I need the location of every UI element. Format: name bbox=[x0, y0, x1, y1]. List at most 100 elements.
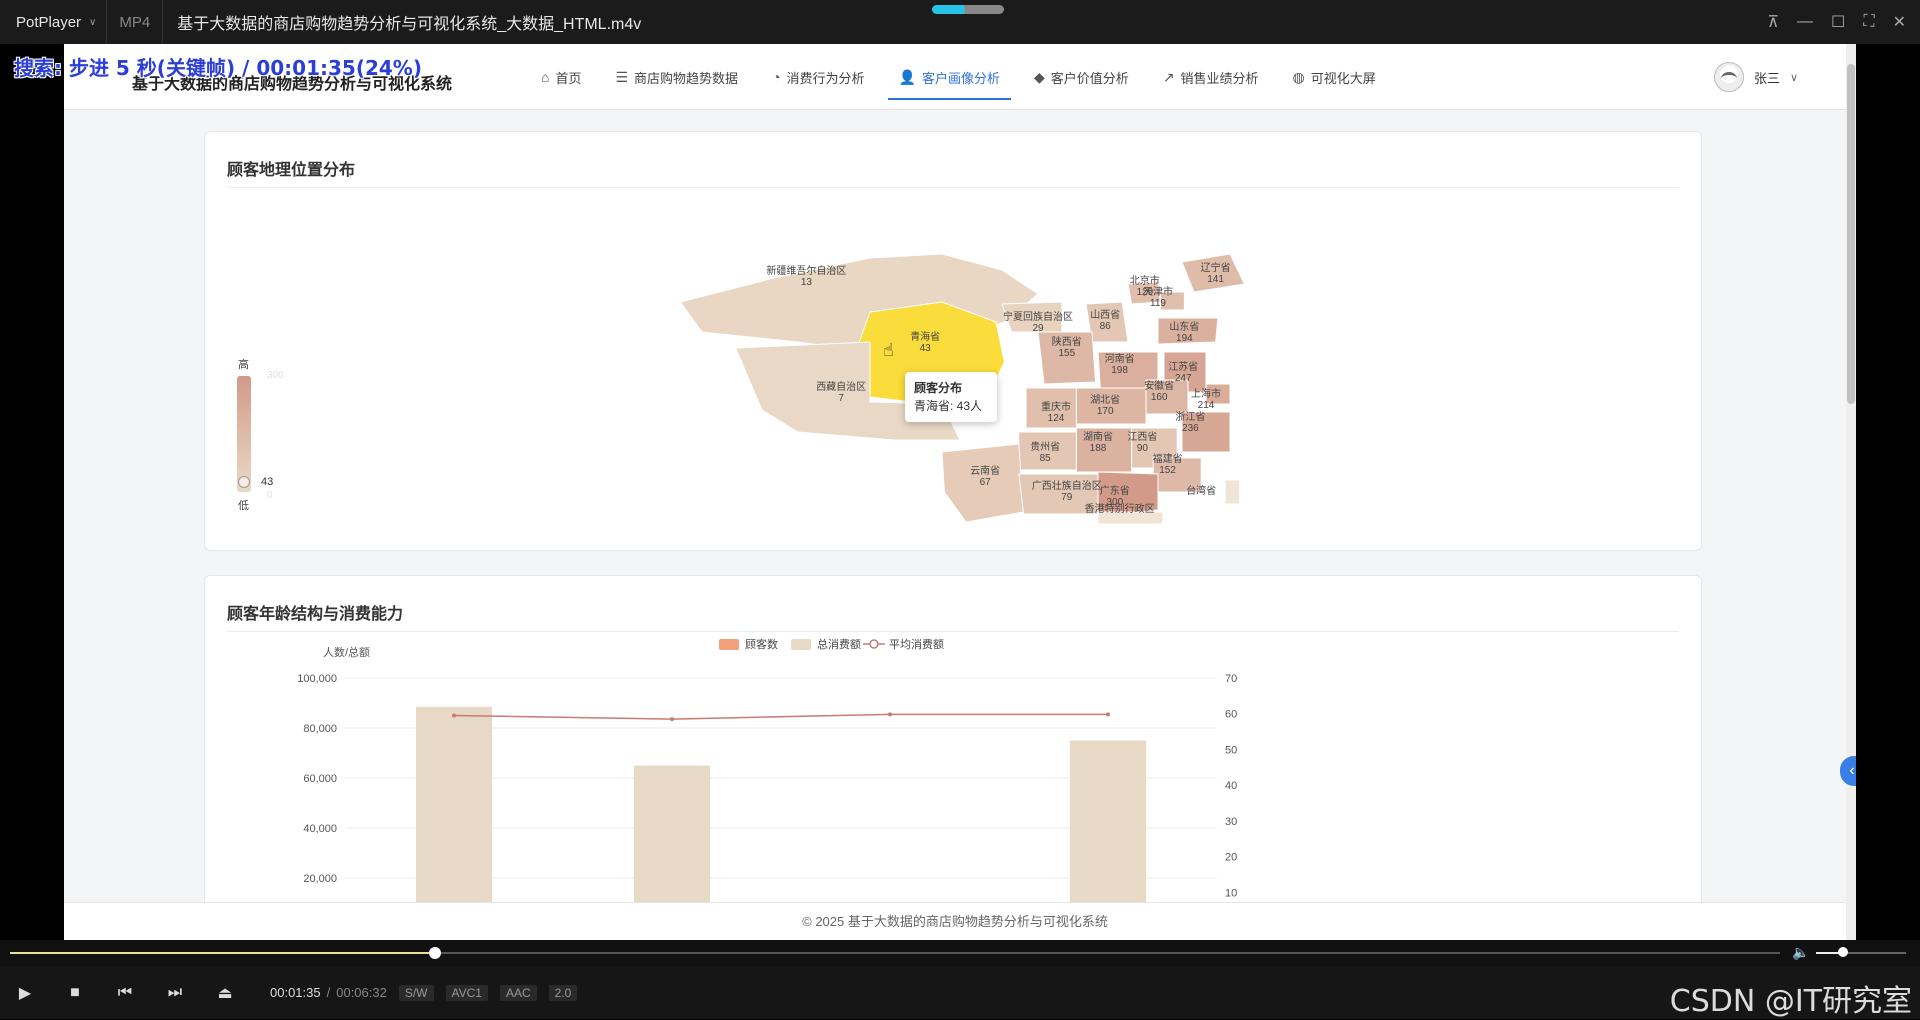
region-name-label: 广西壮族自治区 bbox=[1032, 479, 1102, 492]
web-page: 基于大数据的商店购物趋势分析与可视化系统 ⌂ 首页 ☰ 商店购物趋势数据 ◔ 消费行为分析… bbox=[64, 44, 1856, 940]
collapse-sidebar-button[interactable]: ‹ bbox=[1840, 756, 1856, 786]
stop-button[interactable]: ■ bbox=[50, 966, 100, 1019]
nav-item-label: 商店购物趋势数据 bbox=[634, 70, 739, 86]
age-chart[interactable]: 顾客数 总消费额 平均消费额人数/总额 100,000 80,000 60,000 40,0… bbox=[205, 576, 1703, 940]
region-name-label: 江苏省 bbox=[1168, 360, 1198, 373]
y-tick-label: 80,000 bbox=[303, 723, 337, 735]
codec-tag[interactable]: AAC bbox=[499, 984, 537, 1001]
region-value-label: 7 bbox=[838, 393, 844, 404]
nav-item-label: 可视化大屏 bbox=[1310, 70, 1376, 86]
region-value-label: 13 bbox=[801, 277, 813, 288]
codec-tag[interactable]: AVC1 bbox=[445, 984, 488, 1001]
region-value-label: 160 bbox=[1151, 392, 1168, 403]
codec-tag[interactable]: 2.0 bbox=[548, 984, 578, 1001]
previous-button[interactable]: ⏮ bbox=[100, 966, 150, 1019]
region-value-label: 152 bbox=[1159, 465, 1176, 476]
maximize-icon[interactable]: ☐ bbox=[1831, 12, 1845, 32]
legend-swatch[interactable] bbox=[719, 639, 739, 650]
diamond-icon: ◆ bbox=[1034, 68, 1045, 85]
chevron-left-icon: ‹ bbox=[1849, 762, 1855, 779]
region-name-label: 浙江省 bbox=[1175, 410, 1205, 423]
play-button[interactable]: ▶ bbox=[0, 966, 50, 1019]
stop-icon: ■ bbox=[70, 983, 80, 1001]
nav-item[interactable]: ☰ 商店购物趋势数据 bbox=[598, 44, 755, 110]
legend-swatch[interactable] bbox=[791, 639, 811, 650]
region-value-label: 79 bbox=[1061, 492, 1073, 503]
volume-icon[interactable]: 🔈 bbox=[1792, 944, 1809, 961]
legend-swatch[interactable] bbox=[869, 639, 879, 649]
play-icon: ▶ bbox=[18, 984, 32, 1002]
user-icon: 👤 bbox=[898, 68, 916, 85]
y-right-tick-label: 10 bbox=[1225, 887, 1237, 899]
eject-button[interactable]: ⏏ bbox=[200, 966, 250, 1019]
player-controls: ▶ ■ ⏮ ⏭ ⏏ 00:01:35 / 00:06:32 S/W AVC1 A… bbox=[0, 966, 1920, 1019]
nav-item[interactable]: ◔ 消费行为分析 bbox=[755, 44, 881, 110]
nav-item[interactable]: ⌂ 首页 bbox=[524, 44, 598, 110]
map-region[interactable] bbox=[1224, 479, 1241, 505]
seek-knob[interactable] bbox=[428, 947, 441, 959]
china-map[interactable]: 新疆维吾尔自治区13青海省43西藏自治区7宁夏回族自治区29山西省86北京市12… bbox=[205, 132, 1703, 552]
fullscreen-icon[interactable]: ⛶ bbox=[1863, 13, 1874, 31]
region-name-label: 云南省 bbox=[970, 464, 1000, 477]
line-point[interactable] bbox=[670, 717, 674, 722]
region-name-label: 辽宁省 bbox=[1201, 261, 1231, 274]
nav-item[interactable]: ↗ 销售业绩分析 bbox=[1146, 44, 1276, 110]
legend-label: 顾客数 bbox=[745, 637, 778, 651]
pin-icon[interactable]: ⊼ bbox=[1767, 12, 1779, 32]
line-point[interactable] bbox=[452, 713, 456, 718]
file-title: 基于大数据的商店购物趋势分析与可视化系统_大数据_HTML.m4v bbox=[177, 16, 642, 33]
line-chart-icon: ↗ bbox=[1162, 68, 1175, 85]
osd-prefix: 搜索: bbox=[14, 56, 62, 80]
close-icon[interactable]: ✕ bbox=[1893, 12, 1906, 32]
volume-knob[interactable] bbox=[1838, 947, 1848, 957]
region-value-label: 155 bbox=[1058, 348, 1075, 359]
visual-map-bar[interactable] bbox=[237, 376, 251, 492]
series-line bbox=[453, 713, 1108, 720]
site-footer: © 2025 基于大数据的商店购物趋势分析与可视化系统 bbox=[64, 902, 1846, 940]
previous-icon: ⏮ bbox=[117, 983, 133, 1001]
nav-item-label: 销售业绩分析 bbox=[1180, 70, 1259, 86]
file-format: MP4 bbox=[107, 0, 164, 44]
region-name-label: 天津市 bbox=[1143, 285, 1173, 298]
time-total: 00:06:32 bbox=[336, 985, 387, 1000]
scrollbar-thumb[interactable] bbox=[1847, 64, 1855, 404]
region-name-label: 上海市 bbox=[1191, 387, 1221, 400]
nav-item-label: 消费行为分析 bbox=[786, 70, 865, 86]
avatar bbox=[1714, 62, 1744, 92]
region-value-label: 170 bbox=[1097, 406, 1114, 417]
main-nav: ⌂ 首页 ☰ 商店购物趋势数据 ◔ 消费行为分析 👤 客户画像分析 ◆ 客户价值分析 ↗ 销售业绩分析… bbox=[524, 44, 1393, 110]
region-name-label: 西藏自治区 bbox=[816, 380, 866, 393]
region-name-label: 安徽省 bbox=[1144, 379, 1174, 392]
line-point[interactable] bbox=[888, 712, 892, 717]
page-scrollbar[interactable] bbox=[1846, 44, 1856, 940]
line-point[interactable] bbox=[1106, 712, 1110, 717]
visual-map-handle[interactable] bbox=[238, 476, 250, 488]
nav-item[interactable]: ◍ 可视化大屏 bbox=[1276, 44, 1393, 110]
region-name-label: 广东省 bbox=[1100, 484, 1130, 497]
next-icon: ⏭ bbox=[167, 983, 183, 1001]
codec-tag[interactable]: S/W bbox=[398, 984, 434, 1001]
region-name-label: 陕西省 bbox=[1052, 335, 1082, 348]
region-name-label: 北京市 bbox=[1130, 274, 1160, 287]
home-icon: ⌂ bbox=[541, 69, 550, 85]
user-menu[interactable]: 张三 ∨ bbox=[1714, 62, 1798, 92]
player-menu-button[interactable]: PotPlayer ∨ bbox=[0, 0, 108, 44]
y-right-tick-label: 50 bbox=[1225, 744, 1237, 756]
region-name-label: 河南省 bbox=[1105, 352, 1135, 365]
visual-map-max: 300 bbox=[267, 370, 284, 381]
region-name-label: 香港特别行政区 bbox=[1085, 502, 1155, 515]
y-tick-label: 100,000 bbox=[297, 673, 337, 685]
next-button[interactable]: ⏭ bbox=[150, 966, 200, 1019]
region-name-label: 重庆市 bbox=[1041, 400, 1071, 413]
nav-item-label: 客户价值分析 bbox=[1050, 70, 1129, 86]
region-name-label: 贵州省 bbox=[1030, 440, 1060, 453]
region-name-label: 新疆维吾尔自治区 bbox=[766, 264, 846, 277]
nav-item-label: 首页 bbox=[555, 70, 582, 86]
nav-item[interactable]: ◆ 客户价值分析 bbox=[1017, 44, 1146, 110]
y-right-tick-label: 60 bbox=[1225, 709, 1237, 721]
nav-item[interactable]: 👤 客户画像分析 bbox=[882, 44, 1017, 110]
region-value-label: 85 bbox=[1040, 453, 1052, 464]
minimize-icon[interactable]: — bbox=[1797, 13, 1813, 31]
y-right-tick-label: 30 bbox=[1225, 816, 1237, 828]
geo-distribution-card: 顾客地理位置分布 新疆维吾尔自治区 13 青海省 43 西藏自治区 7 宁夏回族自治区 29 山… bbox=[204, 131, 1702, 551]
